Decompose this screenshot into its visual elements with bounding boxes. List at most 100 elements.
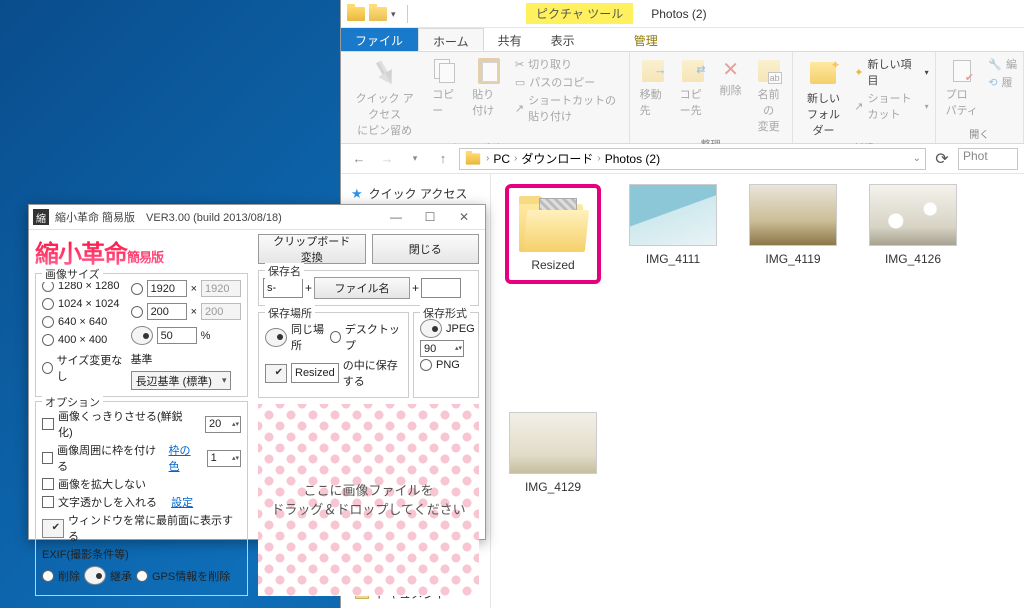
breadcrumb[interactable]: ダウンロード: [521, 150, 593, 167]
close-button[interactable]: ✕: [447, 205, 481, 229]
image-thumbnail: [749, 184, 837, 246]
prefix-input[interactable]: s-: [263, 278, 303, 298]
pin-to-quick-access-button: クイック アクセス にピン留め: [347, 56, 422, 140]
height-input: 200: [201, 303, 241, 320]
group-label: 開く: [942, 126, 1017, 141]
copy-path-button: ▭パスのコピー: [515, 74, 623, 90]
image-item[interactable]: IMG_4126: [865, 184, 961, 266]
saveloc-same-radio[interactable]: 同じ場所: [265, 321, 326, 353]
exif-gps-radio[interactable]: GPS情報を削除: [136, 568, 230, 584]
border-color-link[interactable]: 枠の色: [169, 442, 199, 474]
tab-manage[interactable]: 管理: [620, 28, 673, 51]
minimize-button[interactable]: —: [379, 205, 413, 229]
saveloc-desktop-radio[interactable]: デスクトップ: [330, 321, 402, 353]
close-dialog-button[interactable]: 閉じる: [372, 234, 480, 264]
size-400-radio[interactable]: 400 × 400: [42, 334, 123, 346]
move-to-button: 移動先: [636, 56, 670, 120]
folder-item-resized[interactable]: Resized: [505, 184, 601, 284]
image-item[interactable]: IMG_4129: [505, 412, 601, 494]
format-png-radio[interactable]: PNG: [420, 359, 472, 371]
size-custom1-radio[interactable]: 1920×1920: [131, 280, 241, 297]
file-label: IMG_4126: [885, 252, 941, 266]
copy-button: コピー: [428, 56, 462, 120]
rename-icon: [758, 60, 780, 82]
back-button[interactable]: ←: [347, 147, 371, 171]
window-title: Photos (2): [651, 7, 706, 21]
folder-icon[interactable]: [369, 7, 387, 21]
size-custom2-radio[interactable]: 200×200: [131, 303, 241, 320]
opt-topmost-check[interactable]: ウィンドウを常に最前面に表示する: [42, 512, 241, 544]
basis-select[interactable]: 長辺基準 (標準): [131, 371, 231, 390]
size-640-radio[interactable]: 640 × 640: [42, 316, 123, 328]
clipboard-convert-button[interactable]: クリップボード 変換: [258, 234, 366, 264]
subfolder-input[interactable]: Resized: [291, 363, 339, 383]
ribbon: クイック アクセス にピン留め コピー 貼り付け ✂切り取り ▭パスのコピー ↗…: [341, 52, 1024, 144]
recent-locations-button[interactable]: ▾: [403, 147, 427, 171]
breadcrumb[interactable]: Photos (2): [605, 152, 660, 166]
pin-icon: [369, 57, 399, 90]
folder-icon[interactable]: [347, 7, 365, 21]
group-save-name: 保存名 s- + ファイル名 +: [258, 270, 479, 306]
image-thumbnail: [629, 184, 717, 246]
opt-watermark-check[interactable]: 文字透かしを入れる 設定: [42, 494, 241, 510]
tab-file[interactable]: ファイル: [341, 28, 418, 51]
dialog-titlebar[interactable]: 縮 縮小革命 簡易版 VER3.00 (build 2013/08/18) — …: [29, 205, 485, 230]
chevron-down-icon[interactable]: ⌄: [913, 153, 921, 164]
opt-border-check[interactable]: 画像周囲に枠を付ける 枠の色1: [42, 442, 241, 474]
suffix-input[interactable]: [421, 278, 461, 298]
drop-zone[interactable]: ここに画像ファイルを ドラッグ＆ドロップしてください: [258, 404, 479, 596]
size-percent-radio[interactable]: 50%: [131, 326, 241, 345]
maximize-button[interactable]: ☐: [413, 205, 447, 229]
refresh-button[interactable]: ⟳: [930, 149, 954, 169]
watermark-settings-link[interactable]: 設定: [171, 494, 193, 510]
size-1024-radio[interactable]: 1024 × 1024: [42, 298, 123, 310]
tab-home[interactable]: ホーム: [418, 28, 484, 51]
group-save-location: 保存場所 同じ場所 デスクトップ Resized の中に保存する: [258, 312, 409, 398]
properties-icon: [953, 60, 971, 82]
border-spinner[interactable]: 1: [207, 450, 241, 467]
rename-button: 名前の 変更: [752, 56, 786, 136]
sharpen-spinner[interactable]: 20: [205, 416, 241, 433]
edit-button: 🔧編: [988, 56, 1017, 72]
jpeg-quality-spinner[interactable]: 90: [420, 340, 464, 357]
dialog-right-panel: クリップボード 変換 閉じる 保存名 s- + ファイル名 + 保存場所 同じ場…: [254, 230, 485, 602]
copy-to-icon: [682, 60, 704, 82]
tab-share[interactable]: 共有: [484, 28, 537, 51]
dialog-left-panel: 縮小革命簡易版 画像サイズ 1280 × 1280 1024 × 1024 64…: [29, 230, 254, 602]
saveloc-subfolder-check[interactable]: Resized の中に保存する: [265, 357, 402, 389]
history-icon: ⟲: [988, 76, 997, 89]
opt-sharpen-check[interactable]: 画像くっきりさせる(鮮鋭化)20: [42, 408, 241, 440]
dialog-title: 縮小革命 簡易版 VER3.00 (build 2013/08/18): [55, 209, 379, 225]
file-label: IMG_4129: [525, 480, 581, 494]
file-list[interactable]: Resized IMG_4111 IMG_4119 IMG_4126 IMG_4…: [491, 174, 1024, 608]
filename-button[interactable]: ファイル名: [314, 277, 410, 299]
new-folder-icon: [810, 62, 836, 84]
new-folder-button[interactable]: 新しい フォルダー: [799, 56, 849, 140]
size-none-radio[interactable]: サイズ変更なし: [42, 352, 123, 384]
width-input[interactable]: 200: [147, 303, 187, 320]
breadcrumb[interactable]: PC: [493, 152, 510, 166]
tab-view[interactable]: 表示: [537, 28, 590, 51]
exif-keep-radio[interactable]: 継承: [84, 566, 132, 585]
width-input[interactable]: 1920: [147, 280, 187, 297]
opt-noenlarge-check[interactable]: 画像を拡大しない: [42, 476, 241, 492]
address-bar[interactable]: › PC › ダウンロード › Photos (2) ⌄: [459, 148, 926, 170]
move-icon: [642, 60, 664, 82]
image-item[interactable]: IMG_4111: [625, 184, 721, 266]
search-input[interactable]: Phot: [958, 148, 1018, 170]
path-icon: ▭: [515, 76, 525, 89]
new-item-button[interactable]: ✦新しい項目▾: [854, 56, 928, 88]
file-label: Resized: [531, 258, 574, 272]
image-item[interactable]: IMG_4119: [745, 184, 841, 266]
sidebar-item-quick-access[interactable]: ★ クイック アクセス: [341, 182, 490, 205]
up-button[interactable]: ↑: [431, 147, 455, 171]
format-jpeg-radio[interactable]: JPEG: [420, 319, 472, 338]
basis-label: 基準: [131, 351, 153, 367]
shortcut-icon: ↗: [854, 100, 863, 113]
group-image-size: 画像サイズ 1280 × 1280 1024 × 1024 640 × 640 …: [35, 273, 248, 397]
ribbon-group-open: プロパティ 🔧編 ⟲履 開く: [936, 52, 1024, 143]
forward-button[interactable]: →: [375, 147, 399, 171]
exif-delete-radio[interactable]: 削除: [42, 568, 80, 584]
percent-input[interactable]: 50: [157, 327, 197, 344]
chevron-down-icon[interactable]: ▾: [391, 9, 401, 19]
